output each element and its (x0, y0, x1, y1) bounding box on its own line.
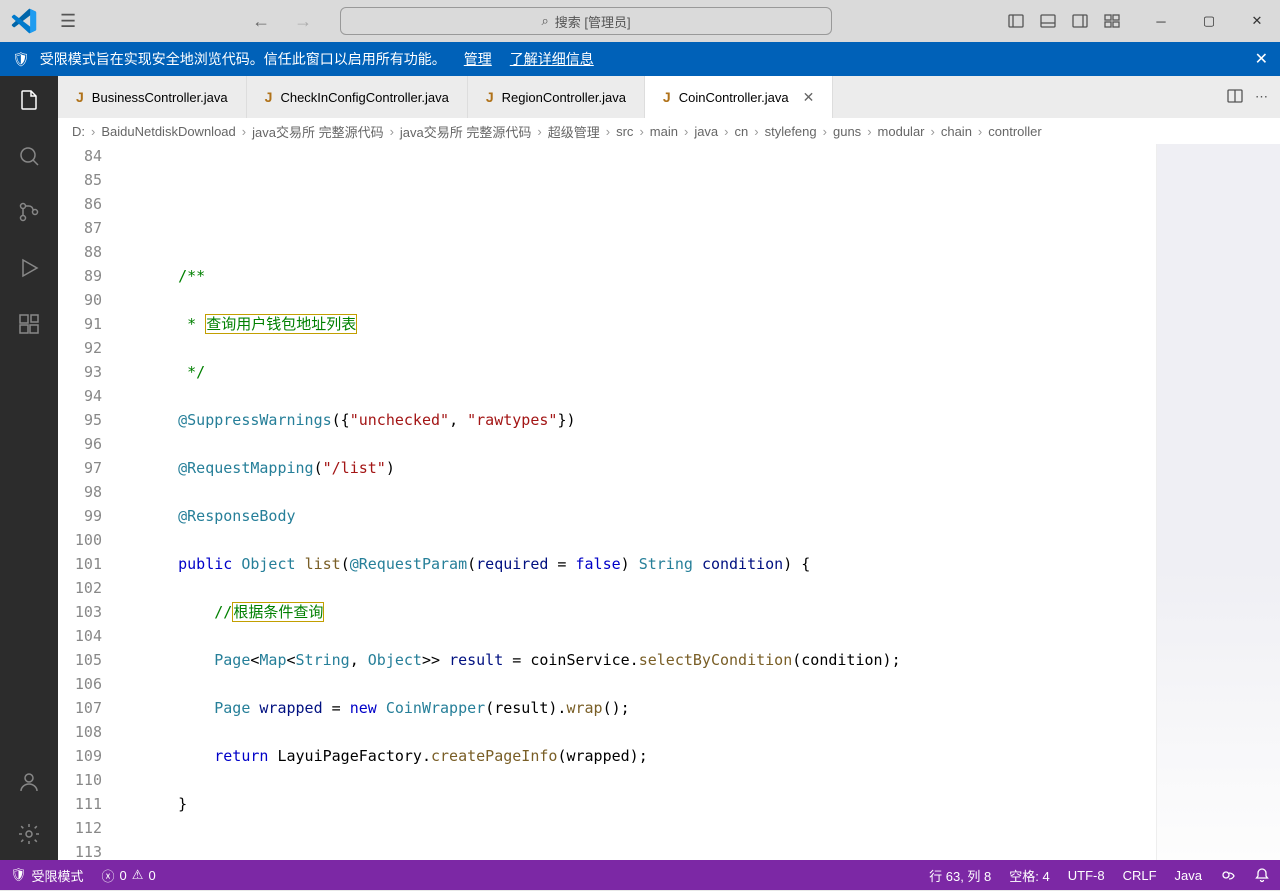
chevron-right-icon: › (537, 124, 541, 139)
tab-coin-controller[interactable]: JCoinController.java✕ (645, 76, 833, 118)
tab-region-controller[interactable]: JRegionController.java (468, 76, 645, 118)
chevron-right-icon: › (754, 124, 758, 139)
breadcrumb-item[interactable]: src (616, 124, 633, 139)
activity-bar (0, 76, 58, 860)
layout-sidebar-right-icon[interactable] (1064, 5, 1096, 37)
error-icon: ⓧ (102, 866, 115, 885)
split-editor-icon[interactable] (1227, 88, 1243, 107)
breadcrumb-item[interactable]: java交易所 完整源代码 (400, 122, 531, 141)
chevron-right-icon: › (390, 124, 394, 139)
window-close[interactable]: ✕ (1234, 0, 1280, 42)
banner-manage[interactable]: 管理 (464, 49, 492, 69)
chevron-right-icon: › (978, 124, 982, 139)
window-maximize[interactable]: ▢ (1186, 0, 1232, 42)
chevron-right-icon: › (724, 124, 728, 139)
java-file-icon: J (663, 89, 671, 105)
breadcrumb-item[interactable]: BaiduNetdiskDownload (101, 124, 235, 139)
search-activity-icon[interactable] (15, 142, 43, 170)
breadcrumb-item[interactable]: main (650, 124, 678, 139)
tab-close-icon[interactable]: ✕ (803, 89, 815, 106)
source-control-icon[interactable] (15, 198, 43, 226)
layout-panel-icon[interactable] (1032, 5, 1064, 37)
editor-tabs: JBusinessController.java JCheckInConfigC… (58, 76, 1280, 118)
java-file-icon: J (486, 89, 494, 105)
chevron-right-icon: › (823, 124, 827, 139)
breadcrumb-item[interactable]: cn (735, 124, 749, 139)
breadcrumb-item[interactable]: guns (833, 124, 861, 139)
chevron-right-icon: › (91, 124, 95, 139)
code-content[interactable]: /** * 查询用户钱包地址列表 */ @SuppressWarnings({"… (124, 144, 1156, 860)
status-bar: 🛡受限模式 ⓧ0⚠0 行 63, 列 8 空格: 4 UTF-8 CRLF Ja… (0, 860, 1280, 890)
chevron-right-icon: › (242, 124, 246, 139)
warning-icon: ⚠ (132, 867, 144, 883)
nav-back-icon[interactable]: ← (252, 11, 270, 32)
accounts-icon[interactable] (15, 768, 43, 796)
status-indent[interactable]: 空格: 4 (1009, 866, 1049, 885)
more-actions-icon[interactable]: ⋯ (1255, 89, 1268, 105)
shield-icon: 🛡 (12, 51, 30, 68)
breadcrumb-item[interactable]: D: (72, 124, 85, 139)
breadcrumb-item[interactable]: java (694, 124, 718, 139)
minimap[interactable] (1156, 144, 1280, 860)
search-placeholder: 搜索 [管理员] (555, 12, 631, 31)
command-center[interactable]: ⌕ 搜索 [管理员] (340, 7, 832, 35)
status-feedback-icon[interactable] (1220, 867, 1236, 883)
chevron-right-icon: › (931, 124, 935, 139)
status-restricted[interactable]: 🛡受限模式 (10, 866, 84, 885)
settings-icon[interactable] (15, 820, 43, 848)
window-minimize[interactable]: ─ (1138, 0, 1184, 42)
layout-customize-icon[interactable] (1096, 5, 1128, 37)
breadcrumb-item[interactable]: chain (941, 124, 972, 139)
tab-business-controller[interactable]: JBusinessController.java (58, 76, 247, 118)
banner-learn-more[interactable]: 了解详细信息 (510, 49, 594, 69)
status-language[interactable]: Java (1175, 868, 1202, 883)
breadcrumb-item[interactable]: modular (878, 124, 925, 139)
layout-sidebar-left-icon[interactable] (1000, 5, 1032, 37)
shield-icon: 🛡 (10, 867, 27, 883)
status-encoding[interactable]: UTF-8 (1068, 868, 1105, 883)
status-eol[interactable]: CRLF (1123, 868, 1157, 883)
line-gutter: 8485868788899091929394959697989910010110… (58, 144, 124, 860)
breadcrumbs: D: › BaiduNetdiskDownload › java交易所 完整源代码 › ja… (58, 118, 1280, 144)
extensions-icon[interactable] (15, 310, 43, 338)
banner-close[interactable]: ✕ (1255, 49, 1268, 69)
status-line-col[interactable]: 行 63, 列 8 (929, 866, 991, 885)
banner-text: 受限模式旨在实现安全地浏览代码。信任此窗口以启用所有功能。 (40, 49, 446, 69)
java-file-icon: J (76, 89, 84, 105)
title-bar: ☰ ← → ⌕ 搜索 [管理员] ─ ▢ ✕ (0, 0, 1280, 42)
breadcrumb-item[interactable]: java交易所 完整源代码 (252, 122, 383, 141)
menu-button[interactable]: ☰ (52, 7, 84, 36)
breadcrumb-item[interactable]: controller (988, 124, 1041, 139)
chevron-right-icon: › (639, 124, 643, 139)
breadcrumb-item[interactable]: 超级管理 (548, 122, 600, 141)
chevron-right-icon: › (867, 124, 871, 139)
chevron-right-icon: › (684, 124, 688, 139)
status-bell-icon[interactable] (1254, 867, 1270, 883)
run-debug-icon[interactable] (15, 254, 43, 282)
chevron-right-icon: › (606, 124, 610, 139)
editor[interactable]: 8485868788899091929394959697989910010110… (58, 144, 1280, 860)
explorer-icon[interactable] (15, 86, 43, 114)
vscode-icon (10, 7, 38, 35)
tab-checkin-config-controller[interactable]: JCheckInConfigController.java (247, 76, 468, 118)
java-file-icon: J (265, 89, 273, 105)
breadcrumb-item[interactable]: stylefeng (765, 124, 817, 139)
restricted-mode-banner: 🛡 受限模式旨在实现安全地浏览代码。信任此窗口以启用所有功能。 管理 了解详细信… (0, 42, 1280, 76)
nav-forward-icon[interactable]: → (294, 11, 312, 32)
search-icon: ⌕ (542, 13, 549, 29)
status-problems[interactable]: ⓧ0⚠0 (102, 866, 156, 885)
